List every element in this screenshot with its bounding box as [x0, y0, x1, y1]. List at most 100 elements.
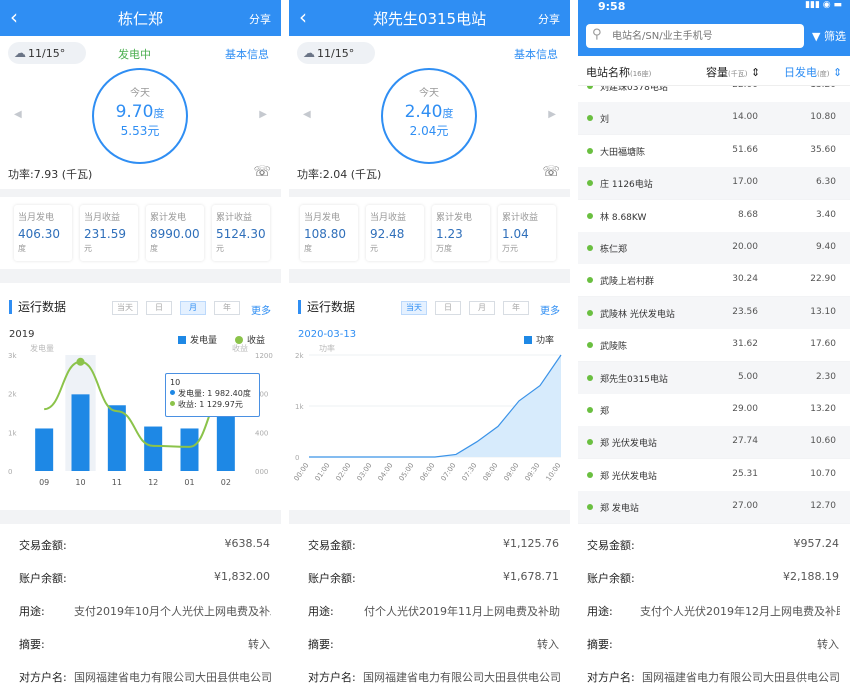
station-daily-energy: 13.10 — [810, 306, 836, 317]
station-list[interactable]: 刘建珠0378电站 22.00 13.20 刘 14.00 10.80 大田福塘陈 51.66… — [578, 86, 850, 524]
stat-month-income: 当月收益 92.48 元 — [366, 205, 424, 261]
list-item[interactable]: 林 8.68KW 8.68 3.40 — [578, 199, 850, 232]
station-capacity: 23.56 — [732, 306, 758, 317]
station-name: 郑 光伏发电站 — [600, 471, 657, 482]
search-input[interactable] — [586, 24, 804, 48]
phone-icon[interactable]: ☏ — [542, 164, 560, 180]
tab-today[interactable]: 当天 — [401, 301, 427, 315]
x-tick-label: 09:30 — [524, 462, 542, 483]
back-icon[interactable]: ‹ — [10, 5, 18, 29]
list-item[interactable]: 武陵陈 31.62 17.60 — [578, 329, 850, 362]
y-tick-label: 1k — [295, 403, 304, 411]
power-chart[interactable]: 0 1k 2k 00:00 01:00 02:00 03:00 04:00 05:00 06:00… — [289, 343, 570, 503]
share-button[interactable]: 分享 — [249, 11, 271, 27]
transaction-detail: 交易金额: ¥1,125.76 账户余额: ¥1,678.71 用途: 付个人光伏20… — [289, 524, 570, 700]
station-capacity: 25.31 — [732, 468, 758, 479]
station-capacity: 5.00 — [737, 371, 758, 382]
station-daily-energy: 3.40 — [815, 209, 836, 220]
transaction-detail: 交易金额: ¥638.54 账户余额: ¥1,832.00 用途: 支付2019年10… — [0, 524, 281, 700]
power-readout: 功率:2.04 (千瓦) — [297, 168, 382, 181]
x-tick-label: 10 — [75, 478, 85, 487]
x-tick-label: 02:00 — [335, 462, 353, 483]
online-status-icon — [587, 115, 593, 122]
station-capacity: 14.00 — [732, 112, 758, 123]
station-daily-energy: 17.60 — [810, 339, 836, 350]
list-item[interactable]: 大田福塘陈 51.66 35.60 — [578, 134, 850, 167]
station-name: 刘 — [600, 115, 610, 126]
station-name: 武陵林 光伏发电站 — [600, 309, 675, 320]
today-label: 今天 — [419, 88, 439, 99]
station-capacity: 17.00 — [732, 177, 758, 188]
next-arrow-icon[interactable]: ▶ — [548, 109, 556, 120]
tab-day[interactable]: 日 — [435, 301, 461, 315]
energy-unit: 度 — [442, 107, 454, 120]
page-title: 郑先生0315电站 — [372, 10, 487, 28]
phone-icon[interactable]: ☏ — [253, 164, 271, 180]
online-status-icon — [587, 342, 593, 349]
tab-year[interactable]: 年 — [214, 301, 240, 315]
power-readout: 功率:7.93 (千瓦) — [8, 168, 93, 181]
station-name: 郑 光伏发电站 — [600, 439, 657, 450]
x-tick-label: 05:00 — [398, 462, 416, 483]
list-item[interactable]: 武陵上岩村群 30.24 22.90 — [578, 264, 850, 297]
weather-badge: ☁ 11/15° — [297, 42, 375, 64]
more-link[interactable]: 更多 — [540, 302, 560, 317]
station-capacity: 22.00 — [708, 86, 758, 90]
list-item[interactable]: 刘建珠0378电站 22.00 13.20 — [578, 86, 850, 102]
x-tick-label: 02 — [221, 478, 231, 487]
more-link[interactable]: 更多 — [251, 302, 271, 317]
station-daily-energy: 13.20 — [786, 86, 836, 90]
x-tick-label: 01 — [184, 478, 194, 487]
stat-month-energy: 当月发电 406.30 度 — [14, 205, 72, 261]
y-tick-label: 1k — [8, 429, 17, 437]
col-capacity-header[interactable]: 容量(千瓦) ⇕ — [706, 64, 760, 80]
x-tick-label: 11 — [112, 478, 122, 487]
prev-arrow-icon[interactable]: ◀ — [303, 109, 311, 120]
detail-row: 交易金额: ¥1,125.76 — [308, 537, 559, 552]
y-tick-label: 2k — [8, 391, 17, 399]
y-tick-label: 2k — [295, 352, 304, 360]
basic-info-link[interactable]: 基本信息 — [514, 46, 558, 62]
list-item[interactable]: 庄 1126电站 17.00 6.30 — [578, 167, 850, 200]
y-tick-label: 0 — [8, 468, 12, 476]
tab-month[interactable]: 月 — [180, 301, 206, 315]
list-item[interactable]: 栋仁郑 20.00 9.40 — [578, 232, 850, 264]
list-item[interactable]: 郑 发电站 27.00 12.70 — [578, 491, 850, 524]
monthly-chart[interactable]: 01k2k3k000400800120009 10 11 12 01 02 — [0, 343, 281, 493]
list-item[interactable]: 刘 14.00 10.80 — [578, 102, 850, 135]
station-daily-energy: 35.60 — [810, 144, 836, 155]
station-name: 栋仁郑 — [600, 245, 628, 255]
tab-day[interactable]: 日 — [146, 301, 172, 315]
back-icon[interactable]: ‹ — [299, 5, 307, 29]
today-income: 5.53 — [120, 124, 148, 138]
list-item[interactable]: 郑 29.00 13.20 — [578, 394, 850, 426]
prev-arrow-icon[interactable]: ◀ — [14, 109, 22, 120]
tab-year[interactable]: 年 — [503, 301, 529, 315]
online-status-icon — [587, 504, 593, 511]
station-name: 郑 — [600, 407, 610, 417]
list-item[interactable]: 郑 光伏发电站 27.74 10.60 — [578, 426, 850, 459]
tab-month[interactable]: 月 — [469, 301, 495, 315]
weather-temp: 11/15° — [28, 47, 66, 60]
search-icon: ⚲ — [592, 27, 602, 42]
x-tick-label: 07:00 — [440, 462, 458, 483]
station-panel-1: ‹ 栋仁郑 分享 ☁ 11/15° 发电中 基本信息 ◀ 今天 9.70度 5.5… — [0, 0, 281, 700]
transaction-detail: 交易金额: ¥957.24 账户余额: ¥2,188.19 用途: 支付个人光伏201… — [578, 524, 850, 700]
list-header: 电站名称(16座) 容量(千瓦) ⇕ 日发电(度) ⇕ — [578, 56, 850, 86]
station-daily-energy: 13.20 — [810, 404, 836, 414]
online-status-icon — [587, 212, 593, 219]
col-daily-header[interactable]: 日发电(度) ⇕ — [784, 64, 842, 80]
tab-today[interactable]: 当天 — [112, 301, 138, 315]
share-button[interactable]: 分享 — [538, 11, 560, 27]
col-name-header[interactable]: 电站名称(16座) — [586, 64, 651, 80]
basic-info-link[interactable]: 基本信息 — [225, 46, 269, 62]
status-time: 9:58 — [598, 0, 626, 13]
x-tick-label: 09 — [39, 478, 49, 487]
list-item[interactable]: 郑先生0315电站 5.00 2.30 — [578, 361, 850, 394]
chart-date[interactable]: 2020-03-13 — [298, 329, 356, 340]
filter-button[interactable]: ▼ 筛选 — [812, 28, 846, 44]
list-item[interactable]: 武陵林 光伏发电站 23.56 13.10 — [578, 296, 850, 329]
next-arrow-icon[interactable]: ▶ — [259, 109, 267, 120]
list-item[interactable]: 郑 光伏发电站 25.31 10.70 — [578, 458, 850, 491]
income-unit: 元 — [147, 124, 160, 138]
